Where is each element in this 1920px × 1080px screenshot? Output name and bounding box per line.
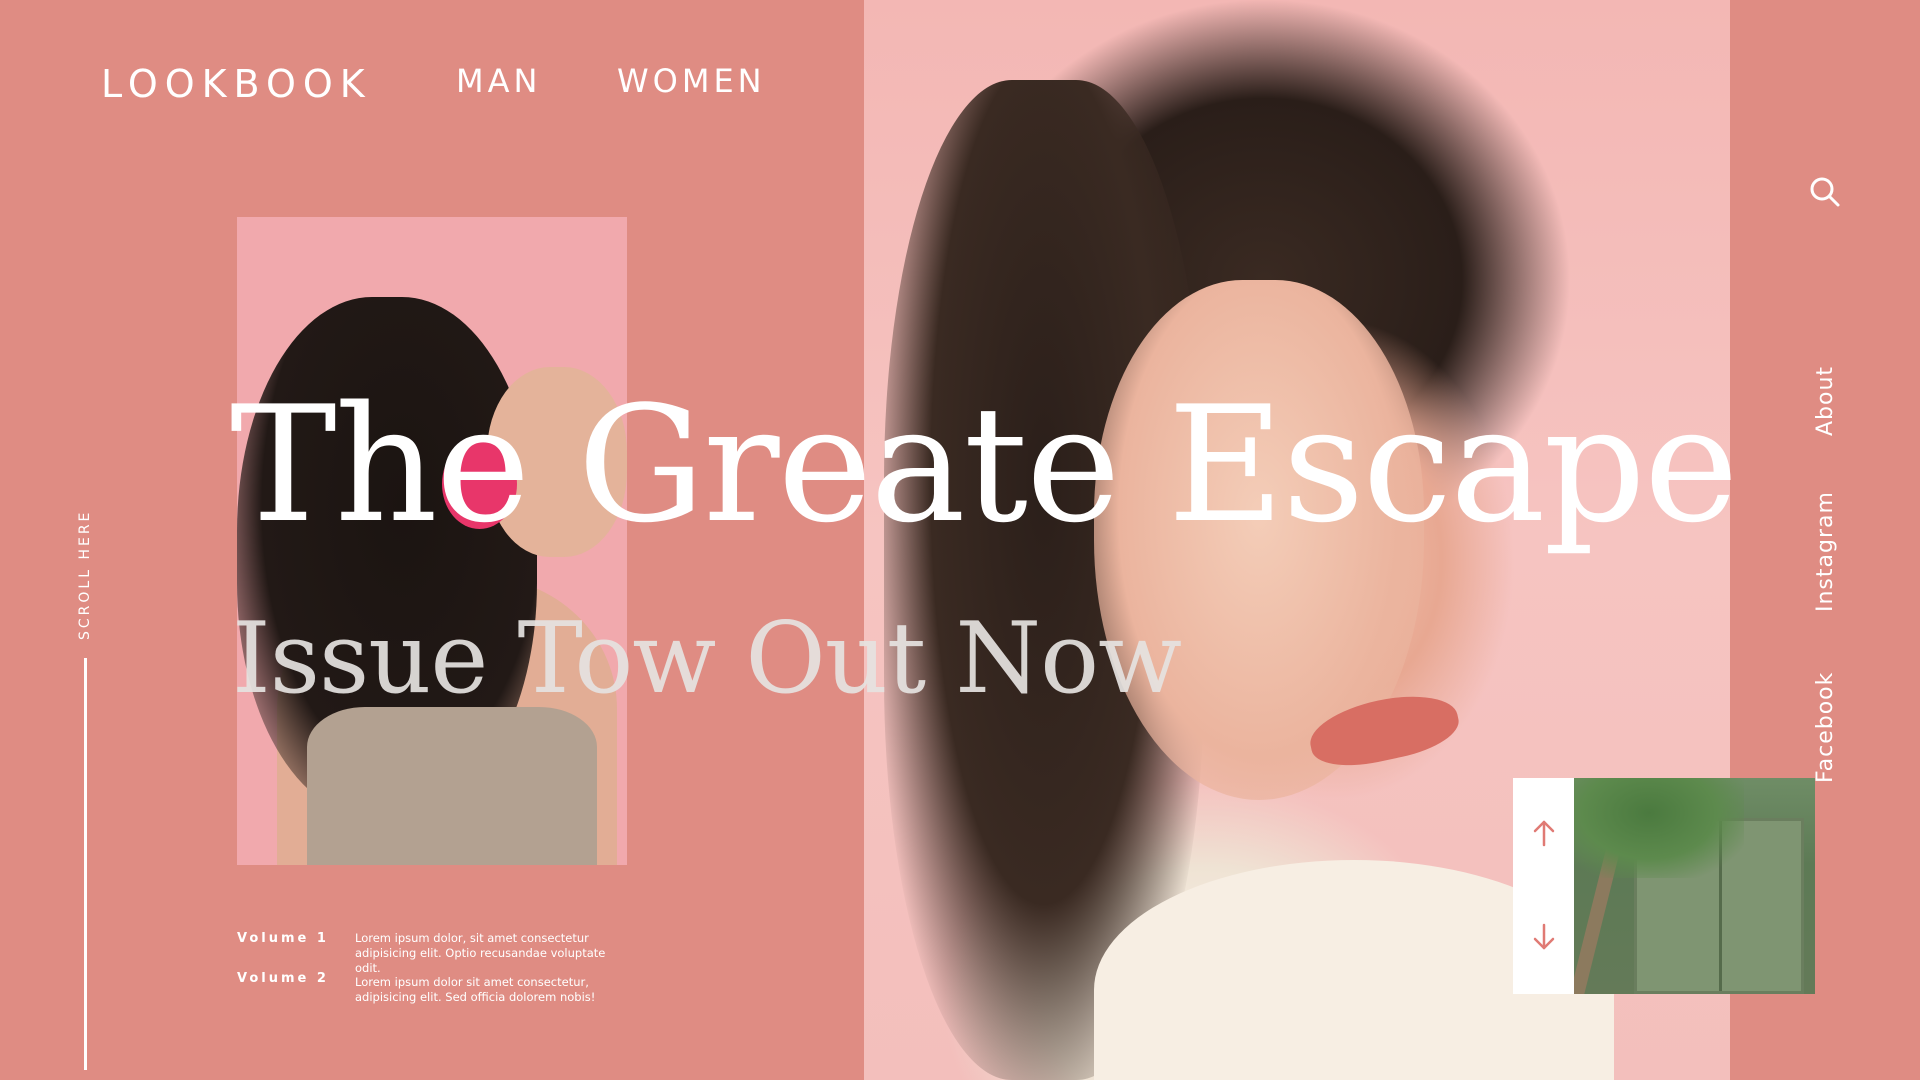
volume-1-label: Volume 1: [237, 931, 329, 946]
volume-2-label: Volume 2: [237, 971, 329, 986]
sidebar-link-instagram[interactable]: Instagram: [1813, 491, 1838, 612]
hero-subtitle: Issue Tow Out Now: [232, 602, 1182, 716]
search-icon[interactable]: [1808, 175, 1842, 209]
nav-item-women[interactable]: WOMEN: [617, 62, 766, 100]
arrow-up-icon[interactable]: [1531, 818, 1557, 848]
sidebar-link-about[interactable]: About: [1813, 366, 1838, 436]
thumbnail-leaves: [1574, 778, 1744, 878]
slider-thumbnail-image[interactable]: [1574, 778, 1815, 994]
volume-2-text: Lorem ipsum dolor sit amet consectetur, …: [355, 975, 596, 1004]
arrow-down-icon[interactable]: [1531, 922, 1557, 952]
volume-1-text: Lorem ipsum dolor, sit amet consectetur …: [355, 931, 606, 975]
hero-title: The Greate Escape: [230, 371, 1739, 558]
scroll-indicator-line[interactable]: [84, 658, 87, 1070]
side-model-top: [307, 707, 597, 865]
scroll-label: SCROLL HERE: [77, 509, 93, 640]
sidebar-link-facebook[interactable]: Facebook: [1813, 672, 1838, 783]
nav-item-man[interactable]: MAN: [456, 62, 541, 100]
logo[interactable]: LOOKBOOK: [101, 62, 372, 106]
slider-controls: [1513, 778, 1574, 994]
